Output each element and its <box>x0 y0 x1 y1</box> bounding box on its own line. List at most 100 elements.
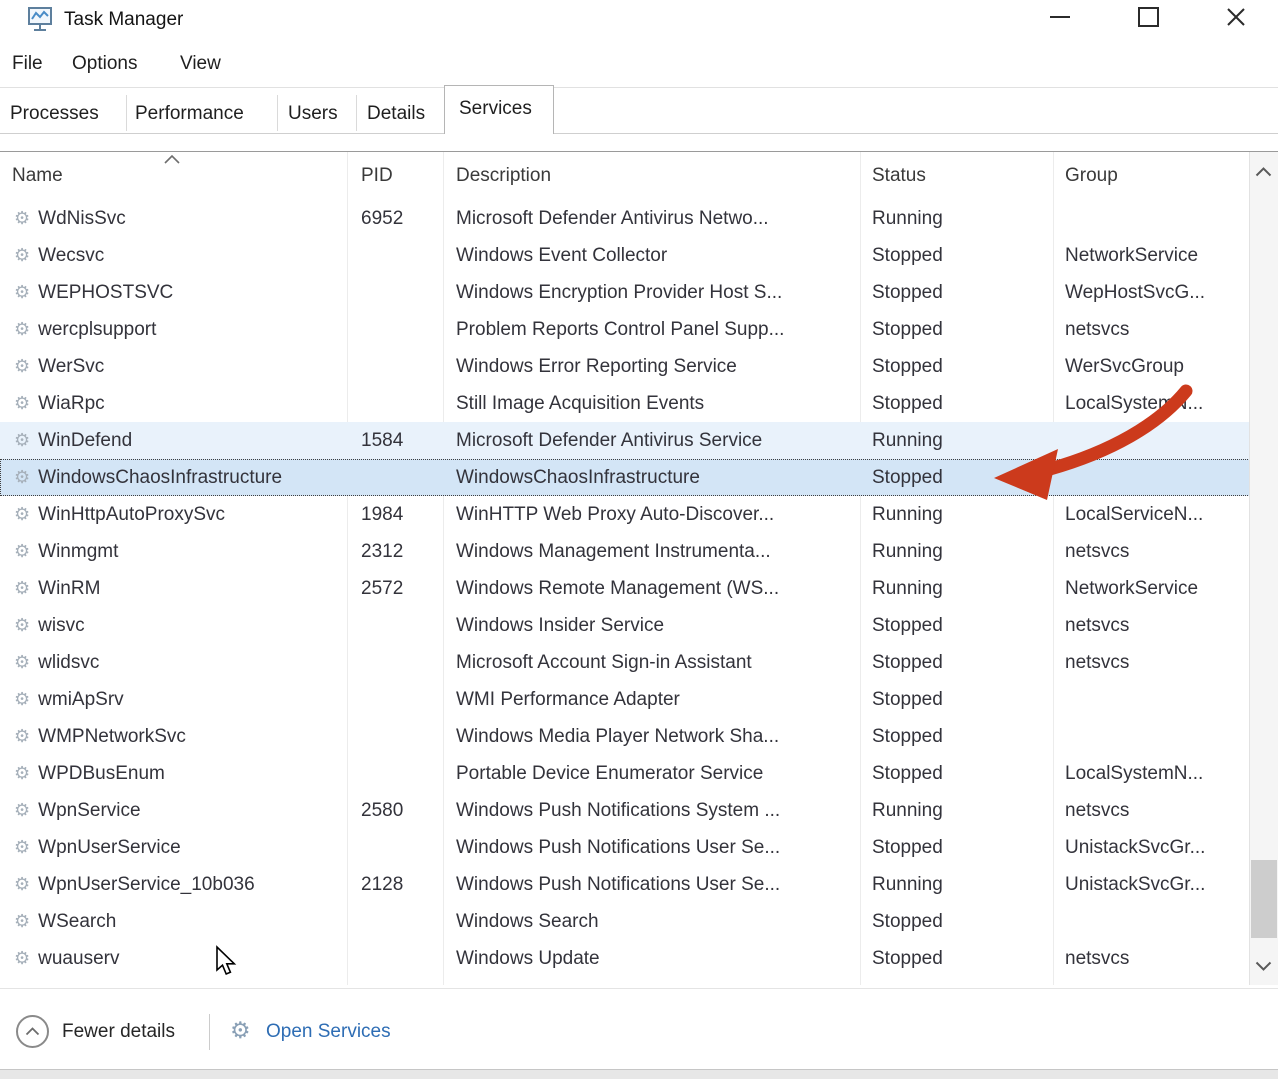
table-row[interactable]: ⚙WMPNetworkSvc Windows Media Player Netw… <box>0 718 1250 755</box>
tab-services[interactable]: Services <box>444 85 554 134</box>
column-header-group[interactable]: Group <box>1065 152 1118 200</box>
service-name: WindowsChaosInfrastructure <box>38 467 282 488</box>
service-pid <box>347 681 443 718</box>
service-description: Windows Event Collector <box>443 237 860 274</box>
table-row[interactable]: ⚙wisvc Windows Insider Service Stopped n… <box>0 607 1250 644</box>
service-list: ⚙ WdNisSvc 6952 Microsoft Defender Antivi… <box>0 200 1250 977</box>
table-row[interactable]: ⚙WpnUserService_10b036 2128 Windows Push… <box>0 866 1250 903</box>
table-row[interactable]: ⚙WerSvc Windows Error Reporting Service … <box>0 348 1250 385</box>
footer-divider <box>0 988 1278 989</box>
tab-performance[interactable]: Performance <box>135 95 244 133</box>
service-group <box>1053 459 1250 496</box>
maximize-button[interactable] <box>1120 0 1176 34</box>
service-pid <box>347 311 443 348</box>
service-gear-icon: ⚙ <box>14 430 30 450</box>
service-gear-icon: ⚙ <box>14 467 30 487</box>
service-gear-icon: ⚙ <box>14 356 30 376</box>
tab-processes[interactable]: Processes <box>10 95 99 133</box>
service-pid: 6952 <box>347 200 443 237</box>
table-row[interactable]: ⚙Wecsvc Windows Event Collector Stopped … <box>0 237 1250 274</box>
table-row[interactable]: ⚙WindowsChaosInfrastructure WindowsChaos… <box>0 459 1250 496</box>
scrollbar-thumb[interactable] <box>1251 860 1277 938</box>
service-description: Portable Device Enumerator Service <box>443 755 860 792</box>
service-name: WdNisSvc <box>38 208 126 229</box>
service-pid <box>347 274 443 311</box>
service-group: netsvcs <box>1053 607 1250 644</box>
menu-file[interactable]: File <box>12 50 43 78</box>
service-gear-icon: ⚙ <box>14 652 30 672</box>
table-row[interactable]: ⚙WpnUserService Windows Push Notificatio… <box>0 829 1250 866</box>
service-group: netsvcs <box>1053 644 1250 681</box>
service-description: Windows Search <box>443 903 860 940</box>
service-description: Windows Error Reporting Service <box>443 348 860 385</box>
service-gear-icon: ⚙ <box>14 208 30 228</box>
service-pid <box>347 607 443 644</box>
table-row[interactable]: ⚙WEPHOSTSVC Windows Encryption Provider … <box>0 274 1250 311</box>
table-row[interactable]: ⚙Winmgmt 2312 Windows Management Instrum… <box>0 533 1250 570</box>
table-row[interactable]: ⚙WpnService 2580 Windows Push Notificati… <box>0 792 1250 829</box>
menu-view[interactable]: View <box>180 50 221 78</box>
fewer-details-button[interactable] <box>16 1015 49 1048</box>
service-pid: 1584 <box>347 422 443 459</box>
table-row[interactable]: ⚙wuauserv Windows Update Stopped netsvcs <box>0 940 1250 977</box>
service-gear-icon: ⚙ <box>14 689 30 709</box>
open-services-gear-icon: ⚙ <box>230 1017 251 1044</box>
service-pid <box>347 940 443 977</box>
scroll-up-icon[interactable] <box>1255 167 1272 177</box>
service-name: wuauserv <box>38 948 119 969</box>
minimize-button[interactable] <box>1032 0 1088 34</box>
service-status: Running <box>860 496 1053 533</box>
service-name: wisvc <box>38 615 84 636</box>
table-row[interactable]: ⚙wlidsvc Microsoft Account Sign-in Assis… <box>0 644 1250 681</box>
table-row[interactable]: ⚙WinRM 2572 Windows Remote Management (W… <box>0 570 1250 607</box>
service-pid: 1984 <box>347 496 443 533</box>
column-header-name[interactable]: Name <box>12 152 63 200</box>
service-description: Problem Reports Control Panel Supp... <box>443 311 860 348</box>
table-row[interactable]: ⚙WPDBusEnum Portable Device Enumerator S… <box>0 755 1250 792</box>
table-row[interactable]: ⚙WinHttpAutoProxySvc 1984 WinHTTP Web Pr… <box>0 496 1250 533</box>
column-header-status[interactable]: Status <box>872 152 926 200</box>
scroll-down-icon[interactable] <box>1255 961 1272 971</box>
service-description: Microsoft Defender Antivirus Service <box>443 422 860 459</box>
service-gear-icon: ⚙ <box>14 911 30 931</box>
service-description: WinHTTP Web Proxy Auto-Discover... <box>443 496 860 533</box>
service-pid: 2312 <box>347 533 443 570</box>
open-services-link[interactable]: Open Services <box>266 1019 391 1045</box>
service-gear-icon: ⚙ <box>14 282 30 302</box>
service-name: wmiApSrv <box>38 689 124 710</box>
table-row[interactable]: ⚙WiaRpc Still Image Acquisition Events S… <box>0 385 1250 422</box>
table-row[interactable]: ⚙wmiApSrv WMI Performance Adapter Stoppe… <box>0 681 1250 718</box>
service-group: netsvcs <box>1053 940 1250 977</box>
service-status: Running <box>860 792 1053 829</box>
service-status: Stopped <box>860 237 1053 274</box>
service-status: Running <box>860 866 1053 903</box>
service-gear-icon: ⚙ <box>14 837 30 857</box>
tab-details[interactable]: Details <box>367 95 425 133</box>
column-header-description[interactable]: Description <box>456 152 551 200</box>
service-pid: 2572 <box>347 570 443 607</box>
column-header-pid[interactable]: PID <box>361 152 393 200</box>
menu-options[interactable]: Options <box>72 50 137 78</box>
table-row[interactable]: ⚙WinDefend 1584 Microsoft Defender Antiv… <box>0 422 1250 459</box>
tab-users[interactable]: Users <box>288 95 338 133</box>
circled-chevron-up-icon <box>25 1027 40 1036</box>
table-row[interactable]: ⚙WdNisSvc 6952 Microsoft Defender Antivi… <box>0 200 1250 237</box>
service-group <box>1053 681 1250 718</box>
close-button[interactable] <box>1208 0 1264 34</box>
service-gear-icon: ⚙ <box>14 763 30 783</box>
service-description: Windows Push Notifications User Se... <box>443 866 860 903</box>
table-row[interactable]: ⚙WSearch Windows Search Stopped <box>0 903 1250 940</box>
footer-separator <box>209 1014 210 1050</box>
service-status: Running <box>860 533 1053 570</box>
service-pid <box>347 644 443 681</box>
service-gear-icon: ⚙ <box>14 726 30 746</box>
service-description: Windows Push Notifications System ... <box>443 792 860 829</box>
service-group: LocalServiceN... <box>1053 496 1250 533</box>
table-row[interactable]: ⚙wercplsupport Problem Reports Control P… <box>0 311 1250 348</box>
service-name: WpnUserService_10b036 <box>38 874 255 895</box>
service-name: WpnService <box>38 800 140 821</box>
service-group: LocalSystemN... <box>1053 385 1250 422</box>
service-description: WMI Performance Adapter <box>443 681 860 718</box>
fewer-details-label[interactable]: Fewer details <box>62 1019 175 1045</box>
service-description: Windows Management Instrumenta... <box>443 533 860 570</box>
